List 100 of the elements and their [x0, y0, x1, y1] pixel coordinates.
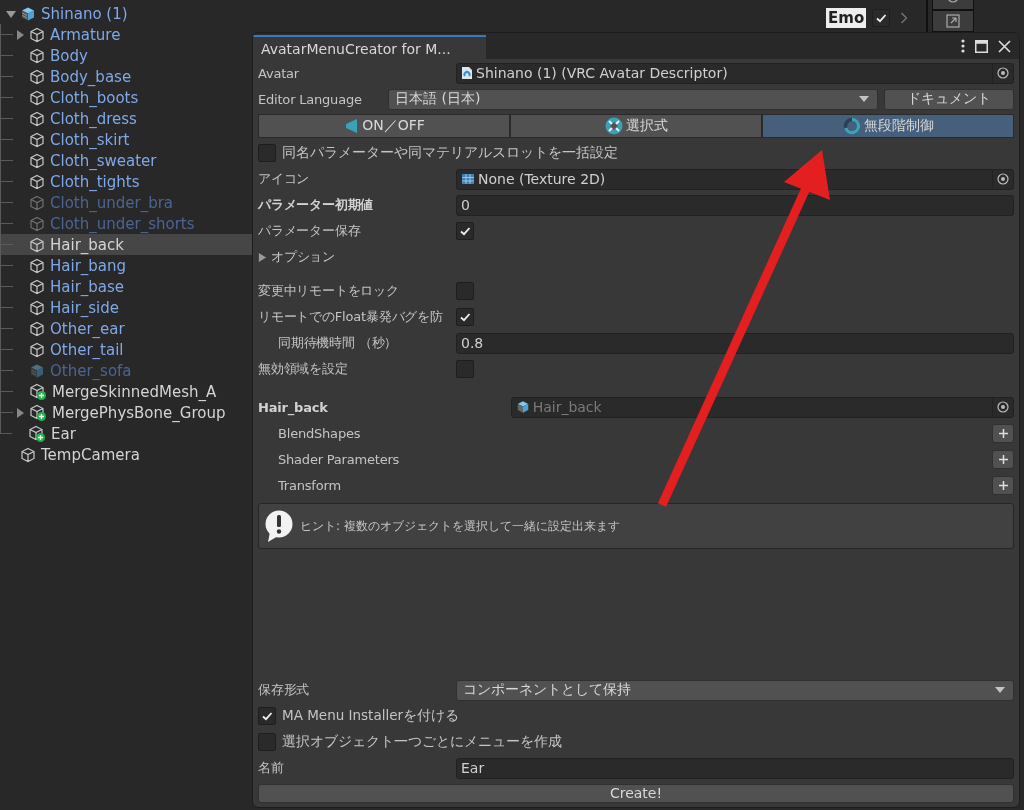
- add-button[interactable]: [992, 423, 1014, 443]
- checkbox[interactable]: [456, 282, 474, 300]
- object-name: Cloth_dress: [50, 109, 137, 128]
- help-text: ヒント: 複数のオブジェクトを選択して一緒に設定出来ます: [300, 517, 620, 535]
- foldout-arrow-icon[interactable]: [258, 252, 267, 262]
- object-name: Other_ear: [50, 319, 125, 338]
- field-value: Shinano (1) (VRC Avatar Descriptor): [476, 65, 729, 81]
- field-label: アイコン: [258, 170, 311, 188]
- object-field[interactable]: Shinano (1) (VRC Avatar Descriptor): [456, 62, 1014, 84]
- mode-tab[interactable]: 選択式: [510, 114, 762, 138]
- caret-icon: [995, 687, 1005, 693]
- object-name: Shinano (1): [41, 4, 128, 23]
- text-field[interactable]: Ear: [456, 757, 1014, 779]
- language-dropdown[interactable]: 日本語 (日本): [388, 88, 878, 110]
- object-name: TempCamera: [41, 445, 140, 464]
- toolbar-label: Emo: [826, 8, 867, 28]
- checkbox[interactable]: [258, 707, 276, 725]
- mode-tab[interactable]: ON／OFF: [258, 114, 510, 138]
- object-name: Body_base: [50, 67, 132, 86]
- avatar-descriptor-icon: [461, 66, 473, 80]
- field-label: 変更中リモートをロック: [258, 282, 400, 300]
- hierarchy-row[interactable]: Shinano (1): [0, 3, 252, 24]
- section-label: Transform: [277, 477, 342, 493]
- field-label: 名前: [258, 759, 285, 777]
- object-field[interactable]: None (Texture 2D): [456, 168, 1014, 190]
- hierarchy-row[interactable]: Other_tail: [0, 339, 252, 360]
- toolbar-button[interactable]: [932, 0, 975, 10]
- more-options-icon[interactable]: [961, 39, 965, 53]
- field-value: None (Texture 2D): [478, 171, 607, 187]
- checkbox[interactable]: [258, 144, 276, 162]
- field-label: Editor Language: [258, 91, 363, 107]
- create-button[interactable]: Create!: [258, 784, 1014, 803]
- object-name: Cloth_skirt: [50, 130, 130, 149]
- text-field[interactable]: 0: [456, 194, 1014, 216]
- hierarchy-row[interactable]: Body_base: [0, 66, 252, 87]
- checkbox[interactable]: [456, 308, 474, 326]
- hierarchy-row[interactable]: Cloth_boots: [0, 87, 252, 108]
- caret-down-icon[interactable]: [6, 8, 16, 19]
- checkbox[interactable]: [456, 222, 474, 240]
- object-name: Cloth_boots: [50, 88, 139, 107]
- hierarchy-row[interactable]: Hair_base: [0, 276, 252, 297]
- object-name: Cloth_sweater: [50, 151, 157, 170]
- window-tab[interactable]: AvatarMenuCreator for M...: [253, 35, 486, 59]
- object-name: Hair_side: [50, 298, 120, 317]
- mode-tab[interactable]: 無段階制御: [762, 114, 1014, 138]
- dropdown[interactable]: コンポーネントとして保持: [456, 679, 1014, 701]
- object-name: Hair_bang: [50, 256, 127, 275]
- field-label: リモートでのFloat暴発バグを防: [258, 308, 444, 326]
- plus-icon: [998, 480, 1008, 490]
- hierarchy-row[interactable]: Cloth_sweater: [0, 150, 252, 171]
- hierarchy-row[interactable]: Other_ear: [0, 318, 252, 339]
- checkbox[interactable]: [456, 360, 474, 378]
- documentation-button[interactable]: ドキュメント: [884, 88, 1014, 110]
- field-label: 無効領域を設定: [258, 360, 349, 378]
- toolbar-button[interactable]: [932, 10, 975, 32]
- add-button[interactable]: [992, 475, 1014, 495]
- checkmark-icon: [875, 12, 888, 24]
- hierarchy-row[interactable]: MergePhysBone_Group: [0, 402, 252, 423]
- caret-icon: [859, 96, 869, 102]
- foldout-label[interactable]: オプション: [271, 248, 337, 266]
- object-name: Hair_base: [50, 277, 125, 296]
- object-name: Other_tail: [50, 340, 124, 359]
- field-label: 保存形式: [258, 681, 311, 699]
- object-name: Armature: [50, 25, 121, 44]
- object-name: MergeSkinnedMesh_A: [52, 382, 217, 401]
- checkbox[interactable]: [872, 9, 891, 27]
- field-label: パラメーター保存: [258, 222, 362, 240]
- object-name: Hair_back: [50, 235, 124, 254]
- checkbox-label: 同名パラメーターや同マテリアルスロットを一括設定: [282, 144, 618, 162]
- close-icon[interactable]: [998, 39, 1011, 53]
- hierarchy-row[interactable]: Body: [0, 45, 252, 66]
- maximize-icon[interactable]: [975, 39, 988, 53]
- field-label: Avatar: [258, 65, 300, 81]
- add-button[interactable]: [992, 449, 1014, 469]
- object-name: Cloth_under_bra: [50, 193, 174, 212]
- hierarchy-row[interactable]: Ear: [0, 423, 252, 444]
- object-name: Other_sofa: [50, 361, 132, 380]
- object-name: Ear: [51, 424, 76, 443]
- hierarchy-row[interactable]: Cloth_dress: [0, 108, 252, 129]
- ring-icon: [842, 117, 861, 135]
- checkbox-label: 選択オブジェクト一つごとにメニューを作成: [282, 733, 562, 751]
- hierarchy-row[interactable]: Hair_bang: [0, 255, 252, 276]
- hierarchy-row[interactable]: Hair_back: [0, 234, 252, 255]
- field-value: Hair_back: [532, 399, 603, 415]
- plus-icon: [998, 454, 1008, 464]
- hierarchy-row[interactable]: Cloth_tights: [0, 171, 252, 192]
- hierarchy-row[interactable]: TempCamera: [0, 444, 252, 465]
- section-label: BlendShapes: [277, 425, 362, 441]
- hierarchy-row[interactable]: Cloth_skirt: [0, 129, 252, 150]
- hierarchy-row[interactable]: MergeSkinnedMesh_A: [0, 381, 252, 402]
- chevron-right-icon[interactable]: [900, 12, 909, 24]
- hierarchy-row[interactable]: Hair_side: [0, 297, 252, 318]
- texture-icon: [461, 173, 475, 185]
- text-field[interactable]: 0.8: [456, 332, 1014, 354]
- object-name: Cloth_tights: [50, 172, 140, 191]
- hierarchy-row[interactable]: Armature: [0, 24, 252, 45]
- external-link-icon: [945, 13, 962, 29]
- object-name: Hair_back: [258, 399, 329, 415]
- checkbox[interactable]: [258, 733, 276, 751]
- lifebuoy-icon: [604, 117, 623, 135]
